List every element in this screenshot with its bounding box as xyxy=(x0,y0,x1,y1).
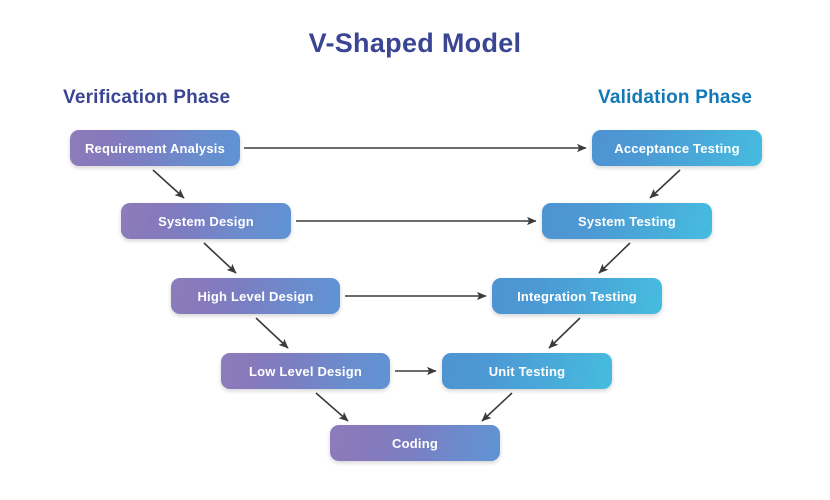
validation-phase-label: Validation Phase xyxy=(598,87,753,108)
verification-phase-label: Verification Phase xyxy=(63,87,231,108)
node-acceptance-testing[interactable]: Acceptance Testing xyxy=(592,130,762,166)
arrow-high-level-design-to-low-level-design xyxy=(255,317,289,349)
arrow-unit-testing-to-coding xyxy=(481,392,513,422)
node-unit-testing[interactable]: Unit Testing xyxy=(442,353,612,389)
arrow-system-testing-to-integration-testing xyxy=(598,242,631,274)
node-low-level-design[interactable]: Low Level Design xyxy=(221,353,390,389)
node-system-testing[interactable]: System Testing xyxy=(542,203,712,239)
node-coding[interactable]: Coding xyxy=(330,425,500,461)
arrow-acceptance-testing-to-system-testing xyxy=(649,169,681,199)
node-high-level-design[interactable]: High Level Design xyxy=(171,278,340,314)
arrow-system-design-to-high-level-design xyxy=(203,242,237,274)
arrow-integration-testing-to-unit-testing xyxy=(548,317,581,349)
page-title: V-Shaped Model xyxy=(308,28,522,58)
arrow-requirement-analysis-to-system-design xyxy=(152,169,185,199)
node-integration-testing[interactable]: Integration Testing xyxy=(492,278,662,314)
node-system-design[interactable]: System Design xyxy=(121,203,291,239)
node-requirement-analysis[interactable]: Requirement Analysis xyxy=(70,130,240,166)
arrow-low-level-design-to-coding xyxy=(315,392,349,422)
v-model-diagram: V-Shaped Model Verification Phase Valida… xyxy=(0,0,830,500)
